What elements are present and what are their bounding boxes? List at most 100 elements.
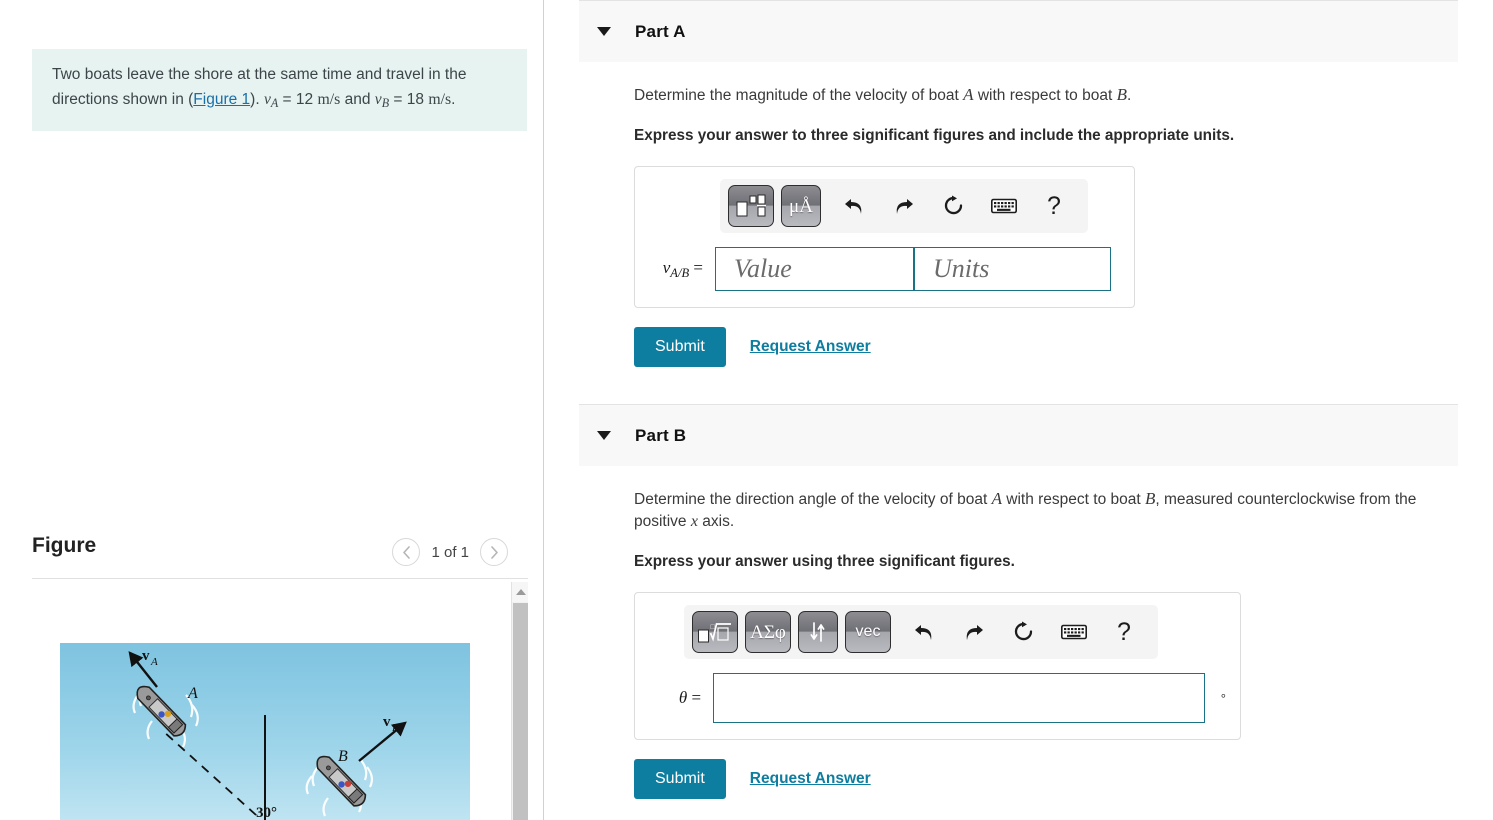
reset-button[interactable] [1004, 612, 1044, 652]
question-b-var-b: B [1145, 489, 1156, 508]
redo-icon [896, 199, 913, 214]
units-placeholder: Units [933, 254, 990, 283]
reset-icon [1014, 621, 1033, 641]
figure-1-link[interactable]: Figure 1 [193, 91, 250, 108]
part-a-answer-box: μÅ ? vA/B = Value Units [634, 166, 1135, 308]
keyboard-button[interactable] [984, 186, 1024, 226]
angle-label-30: 30° [256, 805, 277, 820]
reset-icon [944, 195, 963, 215]
problem-statement: Two boats leave the shore at the same ti… [32, 49, 527, 132]
part-b-body: Determine the direction angle of the vel… [544, 466, 1493, 799]
part-b-label: Part B [635, 425, 687, 445]
help-button[interactable]: ? [1034, 186, 1074, 226]
part-a-actions: Submit Request Answer [634, 327, 1493, 367]
part-a-equals: = [693, 257, 703, 277]
undo-button[interactable] [834, 186, 874, 226]
radical-template-button[interactable]: □ [692, 611, 738, 653]
conjunction: and [344, 90, 371, 108]
part-b-actions: Submit Request Answer [634, 759, 1493, 799]
part-b-equals: = [691, 688, 702, 707]
va-symbol: v [263, 90, 271, 108]
keyboard-icon [1061, 624, 1087, 640]
question-a-var-a: A [963, 85, 974, 104]
part-b-header[interactable]: Part B [579, 404, 1458, 466]
greek-symbols-button[interactable]: ΑΣφ [745, 611, 791, 653]
undo-icon [915, 625, 932, 640]
part-a-question: Determine the magnitude of the velocity … [634, 84, 1462, 107]
part-a-request-answer-link[interactable]: Request Answer [750, 338, 871, 356]
template-palette-button[interactable] [728, 185, 774, 227]
problem-panel: Two boats leave the shore at the same ti… [0, 0, 543, 820]
question-b-var-a: A [991, 489, 1002, 508]
problem-line-1: Two boats leave the shore at the same ti… [52, 66, 441, 83]
part-b-question: Determine the direction angle of the vel… [634, 488, 1462, 533]
vector-a-subscript: A [150, 656, 158, 668]
keyboard-button[interactable] [1054, 612, 1094, 652]
part-b-request-answer-link[interactable]: Request Answer [750, 770, 871, 788]
figure-navigation: 1 of 1 [392, 538, 508, 566]
part-b-instruction: Express your answer using three signific… [634, 553, 1015, 570]
radical-template-icon: □ [698, 623, 731, 643]
figure-divider [32, 578, 528, 579]
part-a-submit-button[interactable]: Submit [634, 327, 726, 367]
part-a-toolbar: μÅ ? [720, 179, 1088, 233]
vb-units: m/s [428, 90, 452, 108]
problem-line-2-suffix: ). [250, 90, 260, 108]
figure-prev-button[interactable] [392, 538, 421, 566]
figure-next-button[interactable] [480, 538, 508, 566]
caret-down-icon[interactable] [597, 27, 611, 36]
help-button[interactable]: ? [1104, 612, 1144, 652]
redo-button[interactable] [884, 186, 924, 226]
part-b-theta-input[interactable] [713, 673, 1205, 723]
undo-button[interactable] [904, 612, 944, 652]
question-b-middle: with respect to boat [1001, 491, 1145, 508]
question-a-suffix: . [1126, 87, 1132, 104]
caret-down-icon[interactable] [597, 431, 611, 440]
part-b-submit-button[interactable]: Submit [634, 759, 726, 799]
figure-image: 30° v A A v B B [60, 643, 470, 820]
arrows-button[interactable] [798, 611, 838, 653]
boats-diagram: 30° v A A v B B [60, 643, 470, 820]
chevron-right-icon [490, 545, 498, 559]
greek-symbols-label: ΑΣφ [750, 621, 786, 643]
redo-icon [966, 625, 983, 640]
help-label: ? [1117, 617, 1131, 646]
vector-button[interactable]: vec [845, 611, 891, 653]
redo-button[interactable] [954, 612, 994, 652]
answer-panel: Part A Determine the magnitude of the ve… [544, 0, 1493, 820]
part-b-block: Part B Determine the direction angle of … [544, 404, 1493, 799]
question-b-end: axis. [697, 513, 735, 530]
vector-b-subscript: B [392, 722, 399, 734]
vector-b-label: v [383, 714, 391, 730]
degree-symbol: ° [1220, 690, 1226, 706]
figure-header: Figure 1 of 1 [32, 532, 527, 580]
boat-a-label: A [187, 685, 198, 702]
part-a-label: Part A [635, 21, 686, 41]
part-a-header[interactable]: Part A [579, 0, 1458, 62]
part-b-answer-row: θ = ° [649, 673, 1226, 723]
figure-counter: 1 of 1 [431, 543, 469, 561]
question-b-var-x: x [690, 513, 698, 530]
part-a-body: Determine the magnitude of the velocity … [544, 62, 1493, 367]
template-icon [736, 194, 766, 217]
boat-b-label: B [338, 748, 348, 765]
units-palette-label: μÅ [789, 195, 813, 217]
va-b-subscript: A/B [670, 265, 690, 280]
reset-button[interactable] [934, 186, 974, 226]
help-label: ? [1047, 191, 1061, 220]
scrollbar-thumb[interactable] [513, 603, 528, 820]
vb-subscript: B [381, 95, 390, 110]
va-subscript: A [270, 95, 279, 110]
part-a-instruction: Express your answer to three significant… [634, 127, 1235, 144]
units-palette-button[interactable]: μÅ [781, 185, 821, 227]
figure-viewport: 30° v A A v B B [32, 582, 528, 820]
part-a-units-input[interactable]: Units [914, 247, 1111, 291]
part-a-value-input[interactable]: Value [715, 247, 914, 291]
scroll-up-arrow-icon[interactable] [512, 582, 528, 602]
part-b-toolbar: □ ΑΣφ vec ? [684, 605, 1158, 659]
figure-title: Figure [32, 534, 97, 557]
question-b-prefix: Determine the direction angle of the vel… [634, 491, 992, 508]
part-b-answer-box: □ ΑΣφ vec ? θ = ° [634, 592, 1241, 740]
theta-symbol: θ [678, 688, 688, 707]
figure-scrollbar[interactable] [511, 582, 528, 820]
